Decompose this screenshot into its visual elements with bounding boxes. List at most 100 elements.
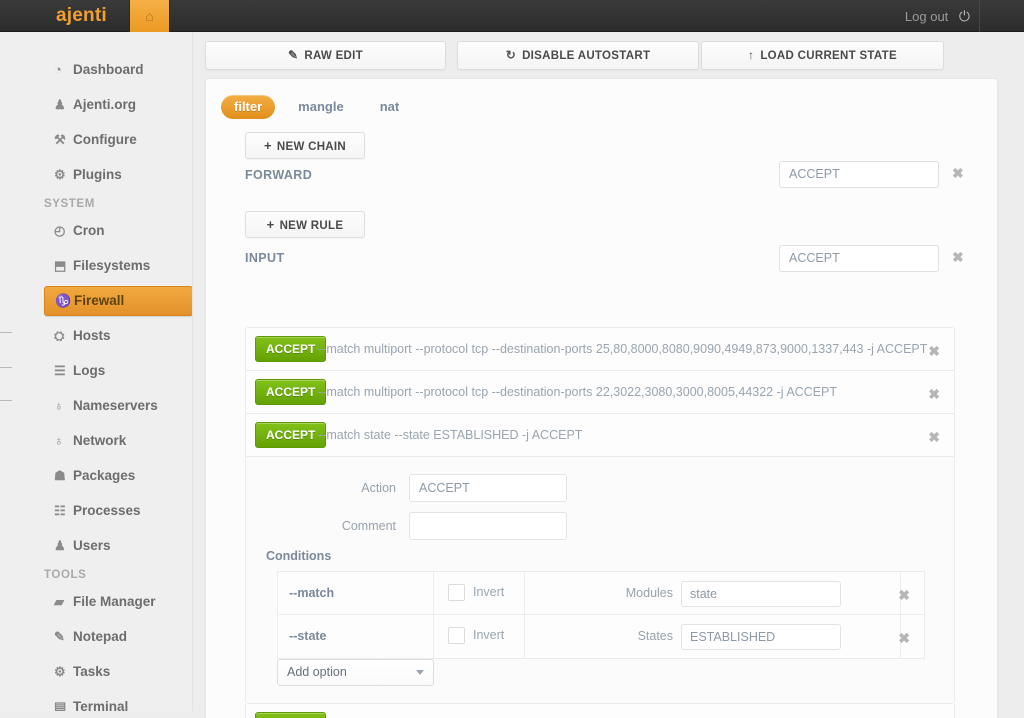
sidebar-item-dashboard[interactable]: ◔Dashboard	[44, 55, 192, 85]
rule-action-badge[interactable]: ACCEPT	[255, 712, 326, 718]
scroll-artifact	[0, 367, 12, 368]
disable-autostart-button[interactable]: ↻ DISABLE AUTOSTART	[457, 41, 699, 70]
scroll-artifact	[0, 332, 12, 333]
sidebar-item-packages[interactable]: ☗Packages	[44, 461, 192, 491]
sidebar-item-terminal[interactable]: ▤Terminal	[44, 692, 192, 711]
plus-icon: +	[267, 217, 275, 232]
rule-action-badge[interactable]: ACCEPT	[255, 422, 326, 448]
checkbox-icon[interactable]	[448, 627, 465, 644]
condition-arg-input[interactable]: state	[681, 581, 841, 607]
sidebar-item-notepad[interactable]: ✎Notepad	[44, 622, 192, 652]
tab-nat[interactable]: nat	[367, 95, 413, 119]
condition-row: --match Invert Modules state ✖	[278, 572, 924, 615]
delete-rule-icon[interactable]: ✖	[928, 387, 940, 401]
load-current-state-button[interactable]: ↑ LOAD CURRENT STATE	[701, 41, 944, 70]
home-button[interactable]: ⌂	[129, 0, 170, 32]
tab-mangle[interactable]: mangle	[285, 95, 357, 119]
action-field-input[interactable]: ACCEPT	[409, 474, 567, 502]
sidebar-item-logs[interactable]: ☰Logs	[44, 356, 192, 386]
new-rule-button[interactable]: + NEW RULE	[245, 211, 365, 238]
sidebar-item-nameservers[interactable]: ♁Nameservers	[44, 391, 192, 421]
new-rule-label: NEW RULE	[280, 220, 344, 232]
sidebar-item-label: Packages	[73, 468, 135, 483]
invert-checkbox[interactable]: Invert	[448, 627, 504, 644]
logout-button[interactable]: Log out ⏻	[905, 0, 980, 32]
raw-edit-label: RAW EDIT	[304, 50, 363, 62]
rule-row[interactable]: ACCEPT--match multiport --protocol tcp -…	[245, 370, 955, 413]
load-current-state-label: LOAD CURRENT STATE	[760, 50, 897, 62]
sidebar-item-users[interactable]: ♟Users	[44, 531, 192, 561]
comment-field-input[interactable]	[409, 512, 567, 540]
globe-icon: ♁	[54, 426, 73, 456]
new-chain-button[interactable]: +NEW CHAIN	[245, 132, 365, 159]
upload-arrow-icon: ↑	[748, 48, 754, 62]
action-field-label: Action	[276, 474, 396, 502]
rule-row[interactable]: ACCEPT--match multiport --protocol tcp -…	[245, 327, 955, 370]
rule-action-badge[interactable]: ACCEPT	[255, 379, 326, 405]
chain-policy-input[interactable]: ACCEPT	[779, 245, 939, 272]
delete-chain-input-icon[interactable]: ✖	[952, 250, 964, 264]
sidebar-item-label: Ajenti.org	[73, 97, 136, 112]
sidebar-item-file-manager[interactable]: ▰File Manager	[44, 587, 192, 617]
gear-icon: ⚙	[54, 657, 73, 687]
condition-option-name: --state	[289, 615, 434, 658]
top-bar: ajenti ⌂ Log out ⏻	[0, 0, 1024, 32]
brand-logo[interactable]: ajenti	[56, 0, 107, 32]
sidebar-item-tasks[interactable]: ⚙Tasks	[44, 657, 192, 687]
power-icon: ⏻	[959, 8, 970, 24]
condition-option-name: --match	[289, 572, 434, 615]
sidebar-item-label: Processes	[73, 503, 141, 518]
delete-rule-icon[interactable]: ✖	[928, 430, 940, 444]
add-option-label: Add option	[287, 665, 347, 679]
sidebar-item-label: Plugins	[73, 167, 122, 182]
gift-icon: ☗	[54, 461, 73, 491]
sidebar-item-label: Notepad	[73, 629, 127, 644]
sidebar-section-heading: TOOLS	[44, 569, 192, 581]
rule-action-badge[interactable]: ACCEPT	[255, 336, 326, 362]
sidebar-item-configure[interactable]: ⚒Configure	[44, 125, 192, 155]
rule-text: --match multiport --protocol tcp --desti…	[318, 704, 688, 718]
sidebar-section-heading: SYSTEM	[44, 198, 192, 210]
rule-row[interactable]: ACCEPT--match state --state ESTABLISHED …	[245, 413, 955, 456]
chain-policy-forward[interactable]: ACCEPT	[779, 161, 939, 188]
delete-rule-icon[interactable]: ✖	[928, 344, 940, 358]
main-content: ✎RAW EDIT ↻ DISABLE AUTOSTART ↑ LOAD CURRE…	[193, 32, 1024, 711]
delete-condition-icon[interactable]: ✖	[898, 631, 910, 645]
rules-list: ACCEPT--match multiport --protocol tcp -…	[245, 327, 955, 456]
condition-arg-input[interactable]: ESTABLISHED	[681, 624, 841, 650]
users-group-icon: ♟	[54, 531, 73, 561]
delete-condition-icon[interactable]: ✖	[898, 588, 910, 602]
sidebar-item-label: Nameservers	[73, 398, 158, 413]
sidebar-item-filesystems[interactable]: ⬒Filesystems	[44, 251, 192, 281]
logout-label: Log out	[905, 9, 948, 24]
chain-name-forward: FORWARD	[245, 168, 312, 182]
add-option-select[interactable]: Add option	[277, 659, 434, 686]
tab-filter[interactable]: filter	[221, 95, 275, 119]
checkbox-icon[interactable]	[448, 584, 465, 601]
sidebar-item-processes[interactable]: ☷Processes	[44, 496, 192, 526]
invert-checkbox[interactable]: Invert	[448, 584, 504, 601]
sidebar-item-cron[interactable]: ◴Cron	[44, 216, 192, 246]
sidebar-item-label: Hosts	[73, 328, 111, 343]
sidebar-item-ajenti-org[interactable]: ♟Ajenti.org	[44, 90, 192, 120]
action-toolbar: ✎RAW EDIT ↻ DISABLE AUTOSTART ↑ LOAD CURRE…	[205, 41, 944, 71]
sidebar-item-label: Dashboard	[73, 62, 144, 77]
rule-text: --match state --state ESTABLISHED -j ACC…	[318, 414, 582, 457]
firewall-panel: filter mangle nat +NEW CHAIN FORWARD ACCEP…	[205, 78, 998, 718]
sidebar-item-label: Firewall	[74, 293, 124, 308]
disable-autostart-label: DISABLE AUTOSTART	[522, 50, 650, 62]
raw-edit-button[interactable]: ✎RAW EDIT	[205, 41, 446, 70]
sidebar-item-firewall[interactable]: ♑Firewall	[44, 286, 193, 316]
sidebar-item-label: Configure	[73, 132, 137, 147]
dashboard-icon: ◔	[54, 55, 73, 85]
rule-text: --match multiport --protocol tcp --desti…	[318, 328, 927, 371]
condition-arg-label: Modules	[578, 572, 673, 615]
wrench-icon: ⚒	[54, 125, 73, 155]
conditions-table: --matchInvertModulesstate✖--stateInvertS…	[277, 571, 925, 659]
sidebar-item-plugins[interactable]: ⚙Plugins	[44, 160, 192, 190]
sidebar-item-hosts[interactable]: ⛭Hosts	[44, 321, 192, 351]
sidebar-item-network[interactable]: ♁Network	[44, 426, 192, 456]
delete-chain-forward-icon[interactable]: ✖	[952, 166, 964, 180]
globe-icon: ♁	[54, 391, 73, 421]
refresh-icon: ↻	[506, 48, 516, 62]
